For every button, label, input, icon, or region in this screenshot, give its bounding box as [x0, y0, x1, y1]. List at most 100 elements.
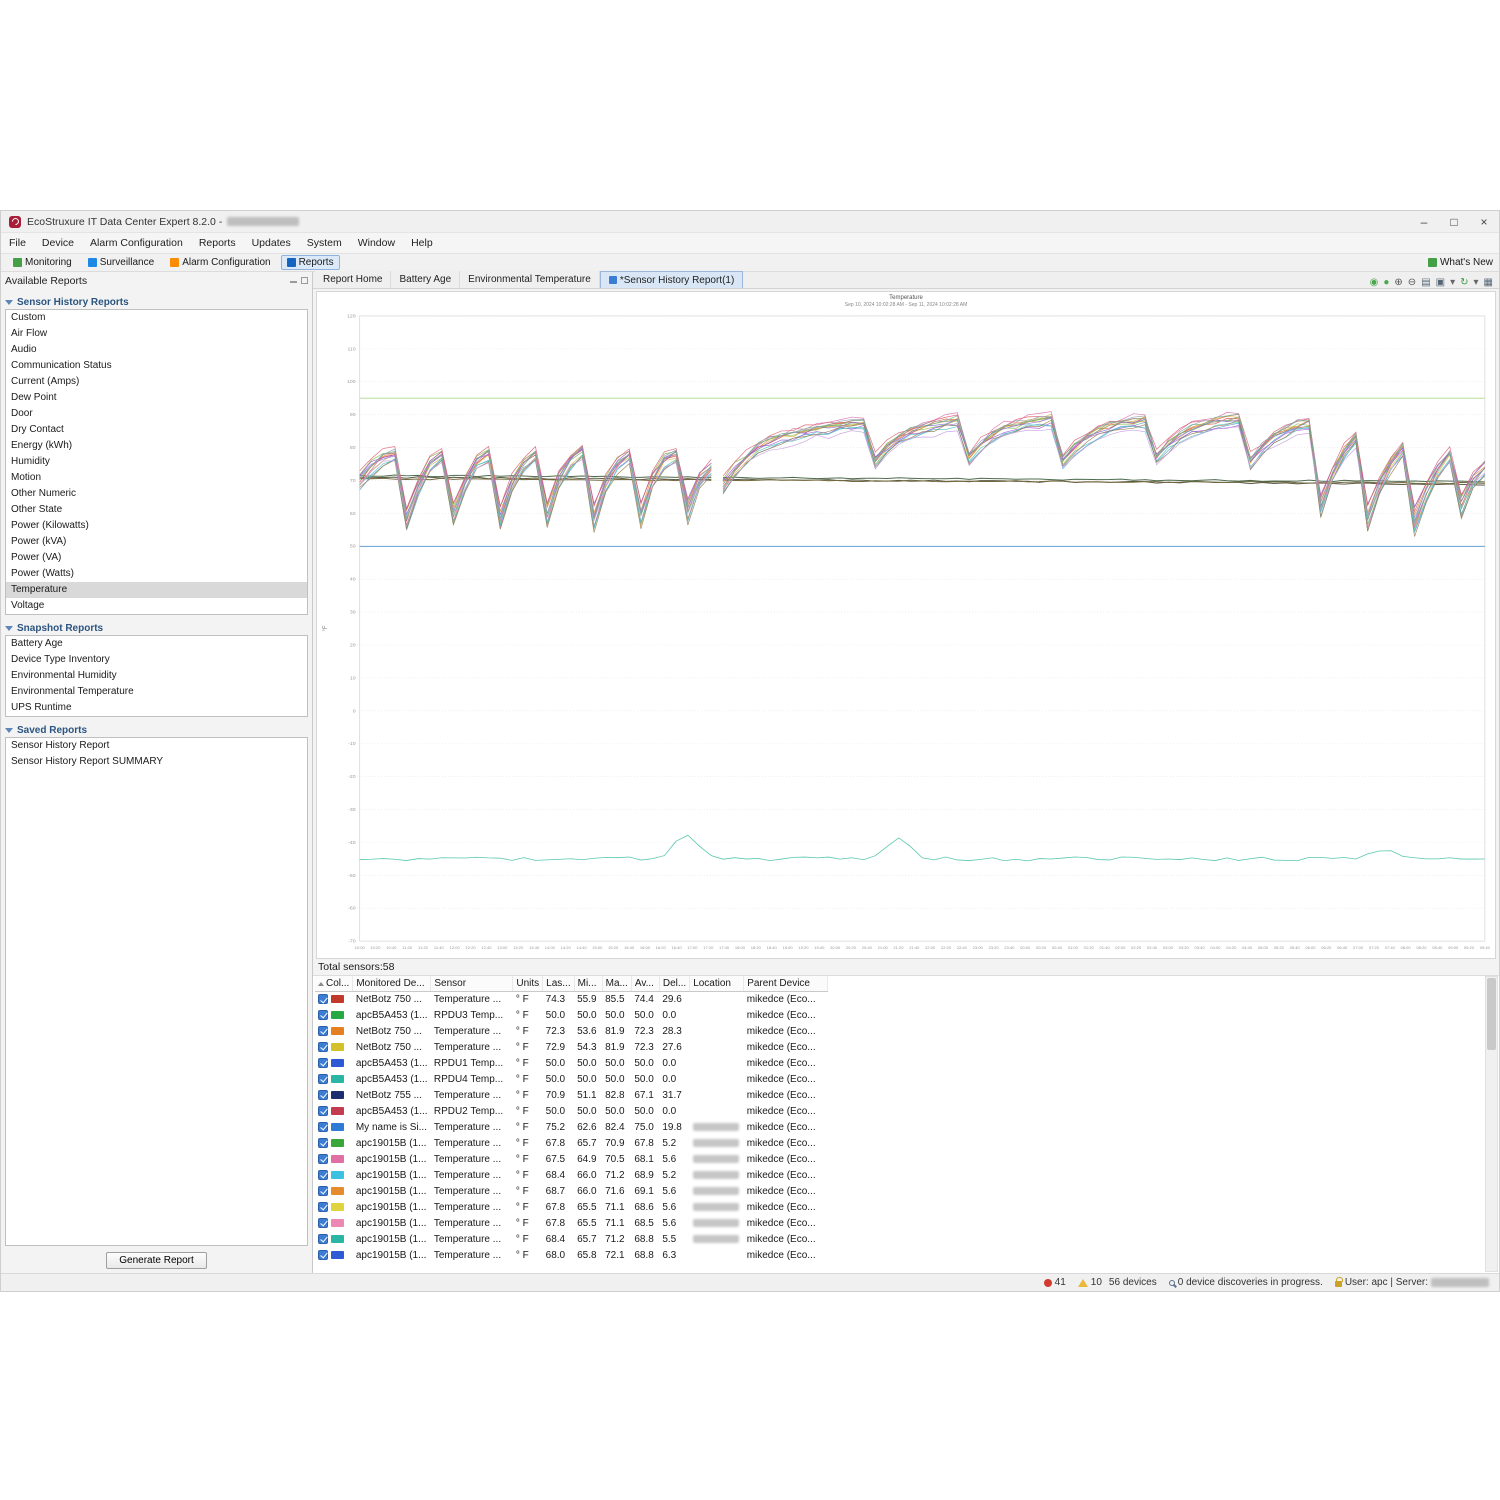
table-scrollbar[interactable] — [1485, 976, 1498, 1272]
table-row[interactable]: NetBotz 750 ...Temperature ...° F72.353.… — [315, 1023, 828, 1039]
row-checkbox[interactable] — [318, 1010, 328, 1020]
table-scrollbar-thumb[interactable] — [1487, 978, 1496, 1050]
row-checkbox[interactable] — [318, 1090, 328, 1100]
report-item-dew-point[interactable]: Dew Point — [6, 390, 307, 406]
menu-system[interactable]: System — [307, 237, 342, 249]
row-checkbox[interactable] — [318, 1106, 328, 1116]
column-header-units[interactable]: Units — [513, 976, 543, 991]
report-item-power-va[interactable]: Power (VA) — [6, 550, 307, 566]
perspective-reports[interactable]: Reports — [281, 255, 340, 270]
zoom-out-icon[interactable]: ⊖ — [1408, 278, 1416, 288]
row-checkbox[interactable] — [318, 1186, 328, 1196]
print-icon[interactable]: ▣ — [1436, 278, 1445, 288]
report-item-dry-contact[interactable]: Dry Contact — [6, 422, 307, 438]
column-header-sensor[interactable]: Sensor — [431, 976, 513, 991]
report-item-energy-kwh[interactable]: Energy (kWh) — [6, 438, 307, 454]
column-header-location[interactable]: Location — [690, 976, 744, 991]
table-row[interactable]: apc19015B (1...Temperature ...° F68.465.… — [315, 1231, 828, 1247]
row-checkbox[interactable] — [318, 1170, 328, 1180]
menu-updates[interactable]: Updates — [252, 237, 291, 249]
maximize-panel-icon[interactable] — [301, 277, 308, 284]
row-checkbox[interactable] — [318, 994, 328, 1004]
menu-alarm-configuration[interactable]: Alarm Configuration — [90, 237, 183, 249]
table-row[interactable]: NetBotz 750 ...Temperature ...° F72.954.… — [315, 1039, 828, 1055]
row-checkbox[interactable] — [318, 1218, 328, 1228]
table-row[interactable]: apcB5A453 (1...RPDU1 Temp...° F50.050.05… — [315, 1055, 828, 1071]
warning-alarm-count[interactable]: 10 — [1091, 1277, 1102, 1288]
report-item-current-amps[interactable]: Current (Amps) — [6, 374, 307, 390]
table-row[interactable]: NetBotz 755 ...Temperature ...° F70.951.… — [315, 1087, 828, 1103]
report-item-sensor-history-report-summary[interactable]: Sensor History Report SUMMARY — [6, 754, 307, 770]
report-item-environmental-humidity[interactable]: Environmental Humidity — [6, 668, 307, 684]
report-item-voltage[interactable]: Voltage — [6, 598, 307, 614]
generate-report-button[interactable]: Generate Report — [106, 1252, 207, 1269]
table-row[interactable]: apcB5A453 (1...RPDU4 Temp...° F50.050.05… — [315, 1071, 828, 1087]
tab-sensor-history-report-1[interactable]: *Sensor History Report(1) — [600, 271, 743, 288]
report-item-environmental-temperature[interactable]: Environmental Temperature — [6, 684, 307, 700]
layout-icon[interactable]: ▦ — [1484, 278, 1493, 288]
row-checkbox[interactable] — [318, 1138, 328, 1148]
row-checkbox[interactable] — [318, 1250, 328, 1260]
report-item-other-numeric[interactable]: Other Numeric — [6, 486, 307, 502]
menu-help[interactable]: Help — [411, 237, 433, 249]
tab-battery-age[interactable]: Battery Age — [391, 271, 460, 288]
row-checkbox[interactable] — [318, 1122, 328, 1132]
column-header-ma[interactable]: Ma... — [602, 976, 631, 991]
table-row[interactable]: apcB5A453 (1...RPDU2 Temp...° F50.050.05… — [315, 1103, 828, 1119]
report-item-ups-runtime[interactable]: UPS Runtime — [6, 700, 307, 716]
section-header-saved-reports[interactable]: Saved Reports — [5, 723, 308, 737]
row-checkbox[interactable] — [318, 1042, 328, 1052]
tab-report-home[interactable]: Report Home — [315, 271, 391, 288]
perspective-monitoring[interactable]: Monitoring — [7, 255, 78, 270]
row-checkbox[interactable] — [318, 1058, 328, 1068]
column-header-av[interactable]: Av... — [631, 976, 659, 991]
view-menu-caret-icon[interactable]: ▾ — [1474, 278, 1479, 288]
critical-alarm-count[interactable]: 41 — [1055, 1277, 1066, 1288]
perspective-alarm-configuration[interactable]: Alarm Configuration — [164, 255, 276, 270]
table-row[interactable]: apcB5A453 (1...RPDU3 Temp...° F50.050.05… — [315, 1007, 828, 1023]
menu-window[interactable]: Window — [358, 237, 395, 249]
report-item-custom[interactable]: Custom — [6, 310, 307, 326]
report-item-temperature[interactable]: Temperature — [6, 582, 307, 598]
tab-environmental-temperature[interactable]: Environmental Temperature — [460, 271, 600, 288]
row-checkbox[interactable] — [318, 1234, 328, 1244]
perspective-surveillance[interactable]: Surveillance — [82, 255, 160, 270]
report-item-battery-age[interactable]: Battery Age — [6, 636, 307, 652]
report-item-power-kilowatts[interactable]: Power (Kilowatts) — [6, 518, 307, 534]
table-row[interactable]: apc19015B (1...Temperature ...° F68.065.… — [315, 1247, 828, 1263]
menu-reports[interactable]: Reports — [199, 237, 236, 249]
section-header-sensor-history-reports[interactable]: Sensor History Reports — [5, 295, 308, 309]
report-item-door[interactable]: Door — [6, 406, 307, 422]
refresh-icon[interactable]: ↻ — [1460, 278, 1468, 288]
device-count[interactable]: 56 devices — [1109, 1277, 1157, 1288]
table-row[interactable]: apc19015B (1...Temperature ...° F67.865.… — [315, 1199, 828, 1215]
zoom-in-icon[interactable]: ⊕ — [1394, 278, 1402, 288]
table-row[interactable]: NetBotz 750 ...Temperature ...° F74.355.… — [315, 991, 828, 1007]
report-item-audio[interactable]: Audio — [6, 342, 307, 358]
column-header-del[interactable]: Del... — [659, 976, 689, 991]
chart-options-icon[interactable]: ◉ — [1370, 278, 1379, 288]
column-header-las[interactable]: Las... — [543, 976, 574, 991]
column-header-mi[interactable]: Mi... — [574, 976, 602, 991]
maximize-button[interactable]: □ — [1439, 211, 1469, 233]
table-row[interactable]: apc19015B (1...Temperature ...° F68.466.… — [315, 1167, 828, 1183]
table-row[interactable]: apc19015B (1...Temperature ...° F67.865.… — [315, 1215, 828, 1231]
close-button[interactable]: × — [1469, 211, 1499, 233]
export-icon[interactable]: ▤ — [1421, 278, 1430, 288]
report-item-device-type-inventory[interactable]: Device Type Inventory — [6, 652, 307, 668]
row-checkbox[interactable] — [318, 1074, 328, 1084]
table-row[interactable]: apc19015B (1...Temperature ...° F68.766.… — [315, 1183, 828, 1199]
whats-new-button[interactable]: What's New — [1428, 257, 1493, 268]
minimize-panel-icon[interactable] — [290, 281, 297, 283]
report-item-communication-status[interactable]: Communication Status — [6, 358, 307, 374]
report-item-other-state[interactable]: Other State — [6, 502, 307, 518]
row-checkbox[interactable] — [318, 1026, 328, 1036]
column-header-col[interactable]: Col... — [315, 976, 353, 991]
report-item-motion[interactable]: Motion — [6, 470, 307, 486]
row-checkbox[interactable] — [318, 1202, 328, 1212]
marker-icon[interactable]: ● — [1383, 278, 1389, 288]
section-header-snapshot-reports[interactable]: Snapshot Reports — [5, 621, 308, 635]
column-header-parent-device[interactable]: Parent Device — [744, 976, 828, 991]
menu-device[interactable]: Device — [42, 237, 74, 249]
minimize-button[interactable]: – — [1409, 211, 1439, 233]
